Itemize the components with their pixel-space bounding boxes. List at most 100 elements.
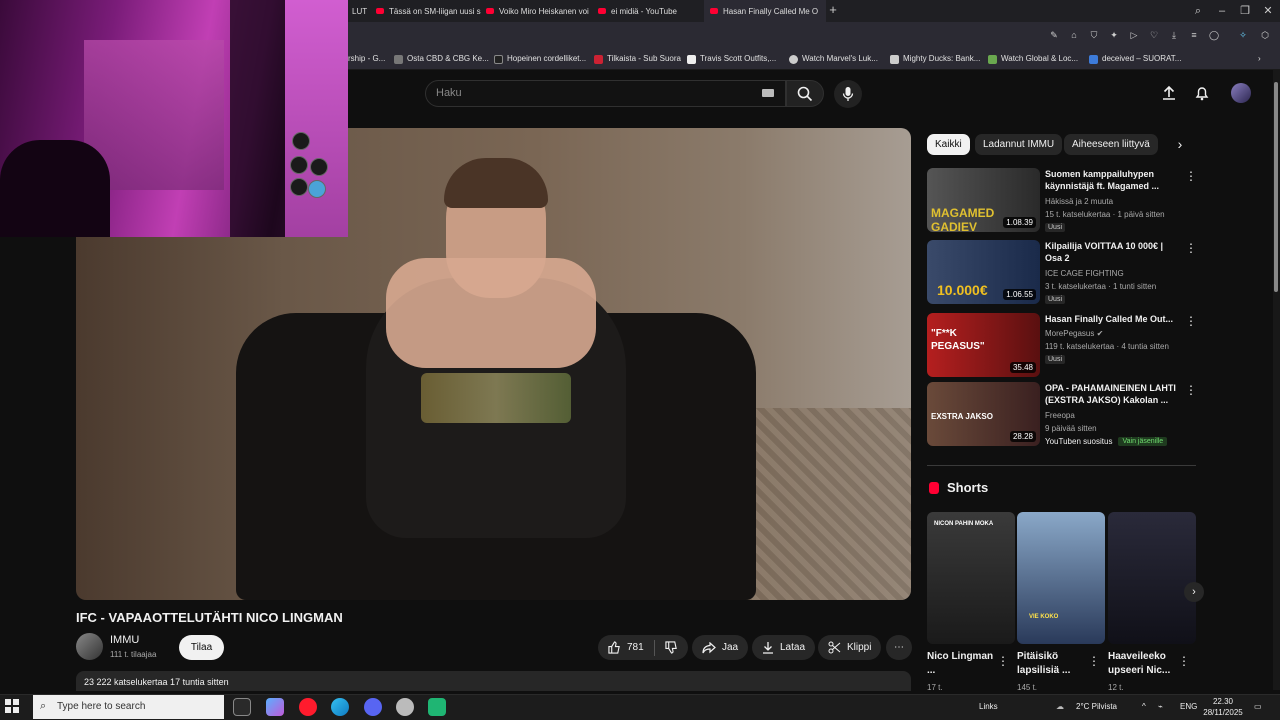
bookmark-item[interactable]: Hopeinen cordelliket... xyxy=(494,52,586,66)
like-button[interactable]: 781 xyxy=(598,635,654,660)
more-options-icon[interactable]: ⋮ xyxy=(1178,654,1190,668)
new-tab-button[interactable]: + xyxy=(826,2,840,18)
taskbar-links[interactable]: Links xyxy=(979,696,998,718)
recommendation-channel[interactable]: MorePegasus ✔ xyxy=(1045,329,1103,338)
bookmark-item[interactable]: Tilkaista - Sub Suora xyxy=(594,52,681,66)
bookmark-item[interactable]: Osta CBD & CBG Ke... xyxy=(394,52,489,66)
recommendation-channel[interactable]: Häkissä ja 2 muuta xyxy=(1045,197,1113,206)
bookmarks-overflow-icon[interactable]: › xyxy=(1258,52,1261,66)
browser-tab[interactable]: ei midiä - YouTube xyxy=(592,0,714,22)
recommendation-title[interactable]: Hasan Finally Called Me Out... xyxy=(1045,313,1177,325)
account-icon[interactable]: ◯ xyxy=(1207,28,1221,42)
edge-icon[interactable] xyxy=(331,698,349,716)
more-options-icon[interactable]: ⋮ xyxy=(1185,170,1197,182)
browser-ai-icon[interactable]: ✧ xyxy=(1236,28,1250,42)
browser-tab[interactable]: Voiko Miro Heiskanen voi xyxy=(480,0,602,22)
recommendation-item[interactable]: EXSTRA JAKSO 28.28 OPA - PAHAMAINEINEN L… xyxy=(927,382,1197,448)
discord-icon[interactable] xyxy=(364,698,382,716)
bookmark-item[interactable]: deceived – SUORAT... xyxy=(1089,52,1181,66)
browser-tab[interactable]: Tässä on SM-liigan uusi s xyxy=(370,0,492,22)
short-title[interactable]: Pitäisikö lapsilisiä ... xyxy=(1017,650,1092,678)
subscribe-button[interactable]: Tilaa xyxy=(179,635,224,660)
tray-overflow-icon[interactable]: ^ xyxy=(1142,696,1146,718)
search-button[interactable] xyxy=(786,80,824,107)
chip-all[interactable]: Kaikki xyxy=(927,134,970,155)
notifications-bell-icon[interactable] xyxy=(1194,85,1210,101)
bookmark-item[interactable]: Watch Marvel's Luk... xyxy=(789,52,878,66)
recommendation-channel[interactable]: Freeopa xyxy=(1045,411,1075,420)
home-icon[interactable]: ⌂ xyxy=(1067,28,1081,42)
taskbar-search-input[interactable]: Type here to search xyxy=(33,695,224,719)
user-avatar[interactable] xyxy=(1231,83,1251,103)
bookmark-item[interactable]: Watch Global & Loc... xyxy=(988,52,1078,66)
browser-tab-active[interactable]: Hasan Finally Called Me O xyxy=(704,0,826,22)
short-title[interactable]: Haaveileeko upseeri Nic... xyxy=(1108,650,1183,678)
search-input[interactable]: Haku xyxy=(425,80,786,107)
recommendation-title[interactable]: Suomen kamppailuhypen käynnistäjä ft. Ma… xyxy=(1045,168,1177,192)
recommendation-item[interactable]: 10.000€ 1.06.55 Kilpailija VOITTAA 10 00… xyxy=(927,240,1197,306)
keyboard-icon[interactable] xyxy=(762,89,774,97)
heart-icon[interactable]: ♡ xyxy=(1147,28,1161,42)
voice-search-button[interactable] xyxy=(834,80,862,108)
network-icon[interactable]: ⌁ xyxy=(1158,696,1163,718)
bookmark-item[interactable]: rship - G... xyxy=(348,52,385,66)
clock-time: 22.30 xyxy=(1212,697,1234,706)
search-tabs-icon[interactable]: ⌕ xyxy=(1186,0,1210,22)
extension-icon[interactable]: ✦ xyxy=(1107,28,1121,42)
more-options-icon[interactable]: ⋮ xyxy=(1185,315,1197,327)
recommendation-title[interactable]: OPA - PAHAMAINEINEN LAHTI (EXSTRA JAKSO)… xyxy=(1045,382,1177,406)
app-icon[interactable] xyxy=(396,698,414,716)
app-icon[interactable] xyxy=(266,698,284,716)
bookmark-item[interactable]: Mighty Ducks: Bank... xyxy=(890,52,980,66)
more-options-icon[interactable]: ⋮ xyxy=(1185,384,1197,396)
video-thumbnail[interactable]: 10.000€ 1.06.55 xyxy=(927,240,1040,304)
opera-icon[interactable] xyxy=(299,698,317,716)
recommendation-item[interactable]: MAGAMED GADIEV 1.08.39 Suomen kamppailuh… xyxy=(927,168,1197,234)
bookmark-item[interactable]: Travis Scott Outfits,... xyxy=(687,52,776,66)
chips-next-icon[interactable]: › xyxy=(1170,134,1190,155)
taskbar-clock[interactable]: 22.30 28/11/2025 xyxy=(1203,696,1243,718)
recommendation-channel[interactable]: ICE CAGE FIGHTING xyxy=(1045,269,1124,278)
shield-icon[interactable]: ⛉ xyxy=(1087,28,1101,42)
recommendation-title[interactable]: Kilpailija VOITTAA 10 000€ | Osa 2 xyxy=(1045,240,1177,264)
download-icon[interactable]: ⤓ xyxy=(1167,28,1181,42)
weather-text[interactable]: 2°C Pilvista xyxy=(1076,696,1117,718)
settings-icon[interactable]: ⬡ xyxy=(1258,28,1272,42)
clip-button[interactable]: Klippi xyxy=(818,635,882,660)
more-options-icon[interactable]: ⋮ xyxy=(1088,654,1100,668)
recommendation-item[interactable]: "F**K PEGASUS" 35.48 Hasan Finally Calle… xyxy=(927,313,1197,379)
share-button[interactable]: Jaa xyxy=(692,635,749,660)
task-view-icon[interactable] xyxy=(233,698,251,716)
short-thumbnail[interactable]: VIE KOKO xyxy=(1017,512,1105,644)
short-thumbnail[interactable]: NICON PAHIN MOKA xyxy=(927,512,1015,644)
shorts-next-icon[interactable]: › xyxy=(1184,582,1204,602)
channel-name[interactable]: IMMU xyxy=(110,634,139,646)
app-icon[interactable] xyxy=(428,698,446,716)
edit-icon[interactable]: ✎ xyxy=(1047,28,1061,42)
notifications-icon[interactable]: ▭ xyxy=(1254,696,1262,718)
video-thumbnail[interactable]: EXSTRA JAKSO 28.28 xyxy=(927,382,1040,446)
channel-avatar[interactable] xyxy=(76,633,103,660)
chip-related[interactable]: Aiheeseen liittyvä xyxy=(1064,134,1158,155)
more-options-icon[interactable]: ⋮ xyxy=(997,654,1009,668)
play-icon[interactable]: ▷ xyxy=(1127,28,1141,42)
download-button[interactable]: Lataa xyxy=(752,635,816,660)
more-options-icon[interactable]: ⋮ xyxy=(1185,242,1197,254)
upload-icon[interactable] xyxy=(1161,85,1177,101)
browser-tab[interactable]: LUT xyxy=(346,0,370,22)
video-description[interactable]: 23 222 katselukertaa 17 tuntia sitten xyxy=(76,671,911,691)
windows-start-icon[interactable] xyxy=(5,699,19,713)
language-indicator[interactable]: ENG xyxy=(1180,696,1197,718)
restore-icon[interactable]: ❐ xyxy=(1233,0,1257,22)
video-thumbnail[interactable]: "F**K PEGASUS" 35.48 xyxy=(927,313,1040,377)
short-thumbnail[interactable] xyxy=(1108,512,1196,644)
close-icon[interactable]: ✕ xyxy=(1256,0,1280,22)
more-actions-button[interactable]: ⋯ xyxy=(886,635,912,660)
minimize-icon[interactable]: – xyxy=(1210,0,1234,22)
scrollbar-thumb[interactable] xyxy=(1274,82,1278,292)
video-thumbnail[interactable]: MAGAMED GADIEV 1.08.39 xyxy=(927,168,1040,232)
chip-uploaded-by[interactable]: Ladannut IMMU xyxy=(975,134,1063,155)
menu-icon[interactable]: ≡ xyxy=(1187,28,1201,42)
short-title[interactable]: Nico Lingman ... xyxy=(927,650,1002,678)
dislike-button[interactable] xyxy=(655,635,688,660)
